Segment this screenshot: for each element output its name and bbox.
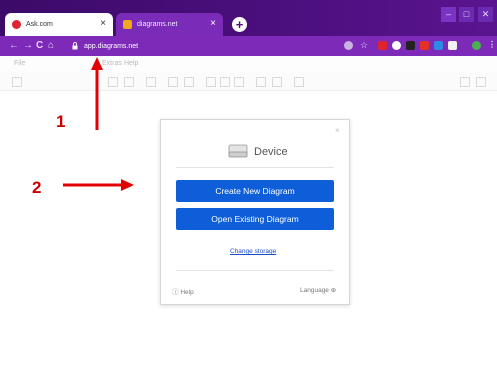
tab-ask[interactable]: Ask.com × [5, 13, 113, 36]
diagrams-favicon-icon [123, 20, 132, 29]
storage-device-label: Device [254, 146, 288, 158]
annotation-number-1: 1 [56, 112, 66, 131]
minimize-button[interactable]: – [441, 7, 456, 22]
globe-icon: ⊕ [330, 287, 337, 294]
help-link[interactable]: ⓘ Help [172, 286, 194, 296]
shadow-icon[interactable] [234, 77, 244, 87]
undo-icon[interactable] [108, 77, 118, 87]
to-back-icon[interactable] [184, 77, 194, 87]
bookmark-star-icon[interactable]: ☆ [360, 41, 369, 50]
forward-button[interactable]: → [23, 39, 33, 53]
waypoints-icon[interactable] [272, 77, 282, 87]
device-drive-icon [228, 144, 248, 158]
fullscreen-icon[interactable] [460, 77, 470, 87]
line-color-icon[interactable] [220, 77, 230, 87]
tab-close-icon[interactable]: × [210, 18, 216, 30]
extension-gmail-icon[interactable] [448, 41, 457, 50]
help-icon: ⓘ [172, 289, 179, 296]
extension-m-icon[interactable] [378, 41, 387, 50]
annotation-arrow-up-icon [91, 57, 103, 130]
extension-p-icon[interactable] [392, 41, 401, 50]
tab-label: Ask.com [26, 21, 53, 28]
dialog-divider [176, 167, 334, 168]
browser-menu-icon[interactable]: ⋮ [488, 40, 496, 49]
language-label: Language [300, 287, 329, 294]
tracking-icon[interactable] [344, 41, 353, 50]
dialog-divider [176, 270, 334, 271]
insert-icon[interactable] [294, 77, 304, 87]
back-button[interactable]: ← [9, 39, 19, 53]
connection-icon[interactable] [256, 77, 266, 87]
maximize-button[interactable]: □ [459, 7, 474, 22]
menu-file[interactable]: File [14, 60, 25, 67]
reload-button[interactable]: C [36, 39, 43, 53]
delete-icon[interactable] [146, 77, 156, 87]
menu-help[interactable]: Help [124, 60, 138, 67]
dialog-close-icon[interactable]: × [335, 126, 340, 135]
tab-diagrams[interactable]: diagrams.net × [116, 13, 223, 36]
extension-dark-icon[interactable] [406, 41, 415, 50]
extension-s-icon[interactable] [420, 41, 429, 50]
change-storage-link[interactable]: Change storage [230, 248, 276, 255]
new-tab-button[interactable]: + [232, 17, 247, 32]
create-new-diagram-button[interactable]: Create New Diagram [176, 180, 334, 202]
to-front-icon[interactable] [168, 77, 178, 87]
redo-icon[interactable] [124, 77, 134, 87]
lock-icon [72, 42, 78, 50]
tab-close-icon[interactable]: × [100, 18, 106, 30]
close-window-button[interactable]: ✕ [478, 7, 493, 22]
collapse-icon[interactable] [476, 77, 486, 87]
annotation-number-2: 2 [32, 178, 42, 197]
open-existing-diagram-button[interactable]: Open Existing Diagram [176, 208, 334, 230]
fill-color-icon[interactable] [206, 77, 216, 87]
format-panel-icon[interactable] [12, 77, 22, 87]
extension-blue-icon[interactable] [434, 41, 443, 50]
help-label: Help [180, 289, 194, 296]
ask-favicon-icon [12, 20, 21, 29]
annotation-arrow-right-icon [63, 179, 134, 191]
tab-label: diagrams.net [137, 21, 178, 28]
home-button[interactable]: ⌂ [48, 39, 54, 53]
url-text: app.diagrams.net [84, 43, 139, 50]
profile-avatar[interactable] [472, 41, 481, 50]
language-selector[interactable]: Language ⊕ [300, 286, 336, 294]
app-menubar [0, 56, 497, 72]
app-toolbar [0, 72, 497, 91]
